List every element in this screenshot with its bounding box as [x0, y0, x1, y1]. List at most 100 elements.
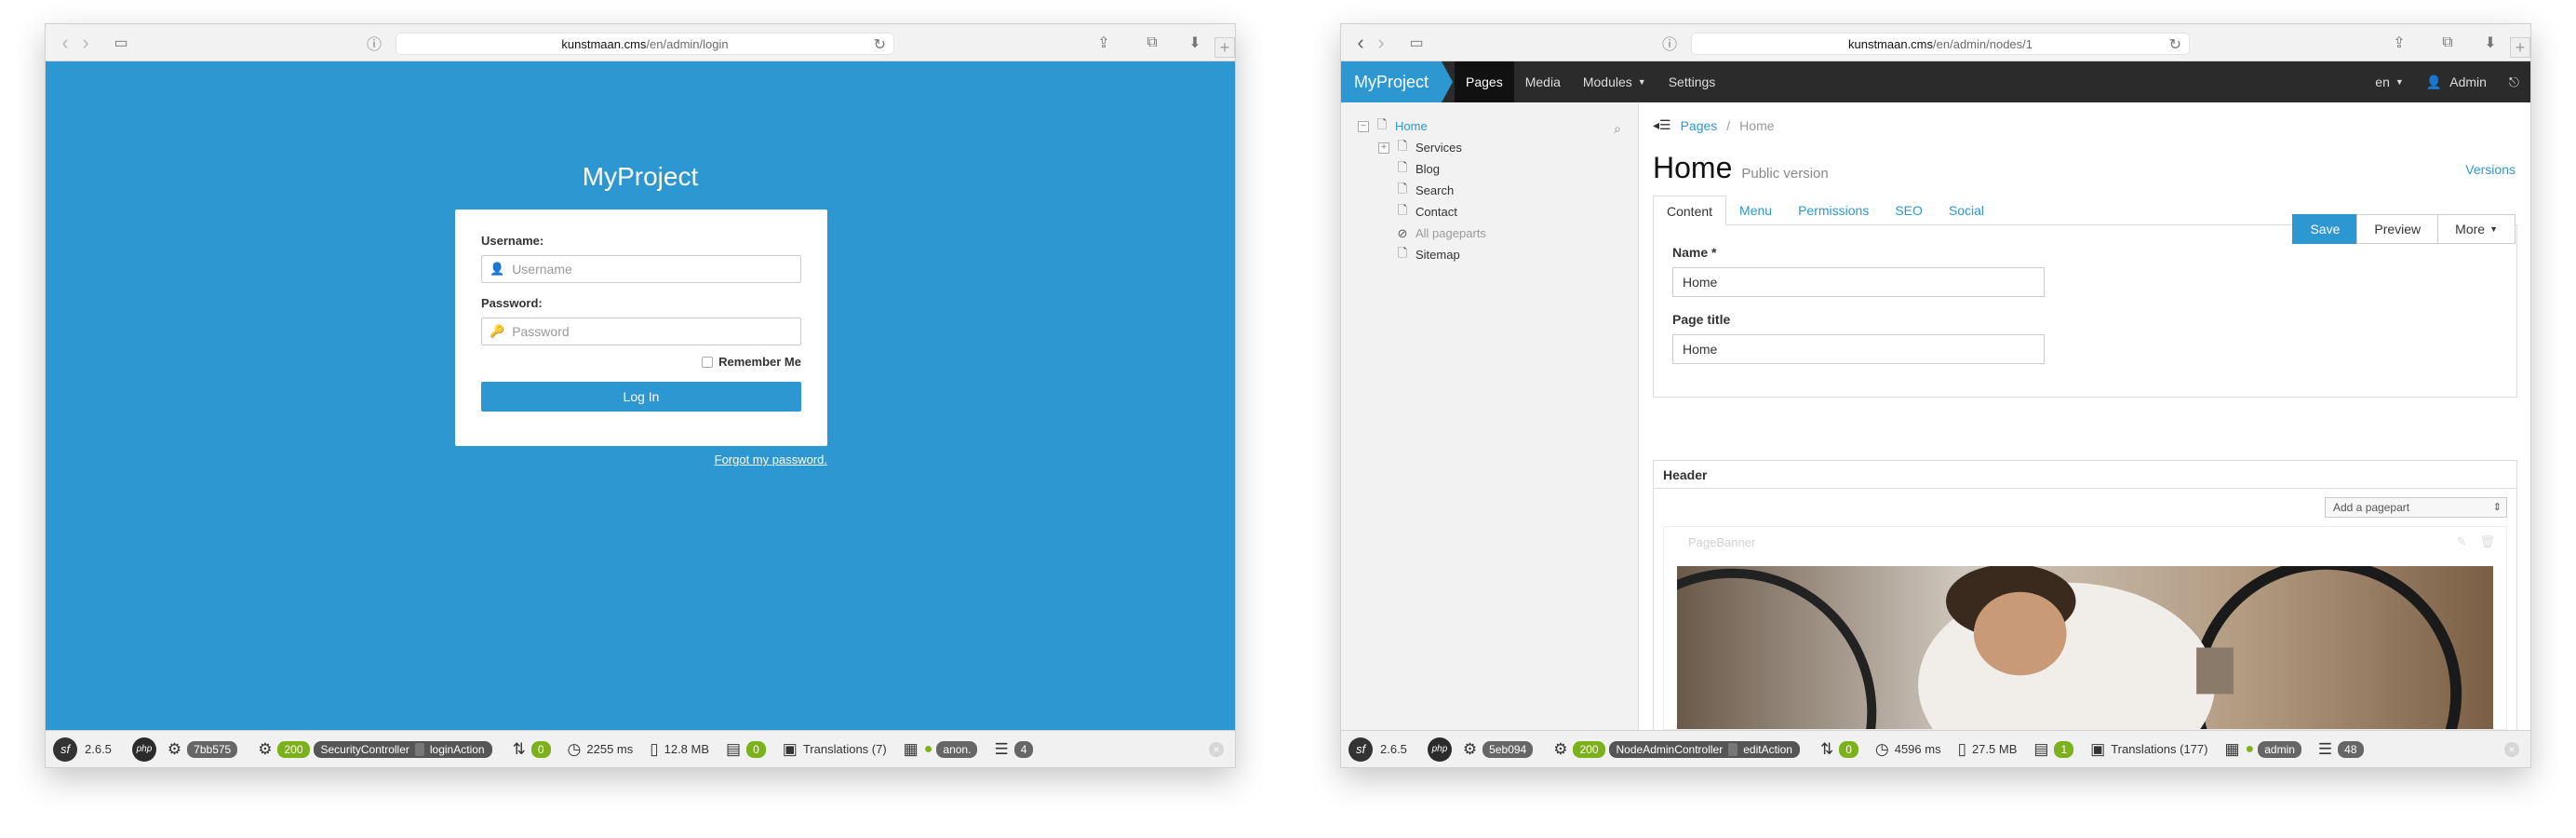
forward-icon[interactable]: ›	[75, 32, 96, 53]
routing-badge[interactable]: 0	[1839, 740, 1858, 758]
search-icon[interactable]: ⌕	[1614, 121, 1621, 137]
site-info-icon[interactable]: ⓘ	[1657, 33, 1682, 53]
tab-permissions[interactable]: Permissions	[1785, 196, 1882, 224]
admin-navbar: MyProject Pages Media Modules ▼ Settings…	[1341, 61, 2530, 102]
remember-checkbox[interactable]	[702, 356, 714, 368]
tab-menu[interactable]: Menu	[1726, 196, 1785, 224]
forgot-password-link[interactable]: Forgot my password.	[455, 453, 827, 466]
breadcrumb-pages[interactable]: Pages	[1681, 118, 1718, 133]
download-icon[interactable]: ⬇	[2478, 33, 2502, 53]
php-logo[interactable]: php	[1427, 737, 1452, 762]
new-tab-icon[interactable]: +	[1214, 37, 1235, 58]
symfony-logo[interactable]: sf	[53, 737, 77, 762]
tree-item-all-pageparts[interactable]: ⊘ All pageparts	[1358, 223, 1486, 244]
request-gear-icon: ⚙	[258, 739, 273, 758]
forward-icon[interactable]: ›	[1371, 32, 1391, 53]
password-input[interactable]: 🔑 Password	[481, 318, 801, 345]
username-input[interactable]: 👤 Username	[481, 255, 801, 283]
nav-modules[interactable]: Modules ▼	[1572, 61, 1657, 102]
logs-badge[interactable]: 4	[1013, 740, 1034, 758]
back-icon[interactable]: ‹	[55, 32, 75, 53]
logout-icon[interactable]: ⎋	[2498, 61, 2530, 102]
tree-item-contact[interactable]: 🗋 Contact	[1358, 201, 1486, 223]
reload-icon[interactable]: ↻	[2169, 35, 2181, 54]
symfony-version[interactable]: 2.6.5	[1380, 742, 1407, 756]
remember-me[interactable]: Remember Me	[481, 355, 801, 369]
nav-pages[interactable]: Pages	[1455, 61, 1514, 102]
toggle-sidebar-icon[interactable]: ◂☰	[1653, 117, 1671, 133]
brand-logo[interactable]: MyProject	[1341, 61, 1454, 102]
add-pagepart-select[interactable]: Add a pagepart ⇕	[2325, 497, 2507, 518]
tab-content[interactable]: Content	[1653, 196, 1727, 225]
forms-badge[interactable]: 0	[746, 740, 766, 758]
share-icon[interactable]: ⇪	[2387, 33, 2411, 53]
profiler-token[interactable]: 5eb094	[1483, 740, 1534, 758]
sidebar-icon[interactable]: ▭	[1404, 33, 1429, 53]
forms-icon: ▤	[726, 739, 742, 758]
app-title: MyProject	[582, 162, 699, 191]
sidebar-icon[interactable]: ▭	[109, 33, 133, 53]
tab-social[interactable]: Social	[1936, 196, 1997, 224]
name-input[interactable]: Home	[1672, 267, 2045, 297]
logs-icon: ☰	[2317, 739, 2333, 758]
reload-icon[interactable]: ↻	[874, 35, 886, 54]
controller-badge[interactable]: NodeAdminController editAction	[1608, 740, 1800, 758]
nav-media[interactable]: Media	[1514, 61, 1572, 102]
translations-icon: ▣	[782, 739, 798, 758]
user-icon: 👤	[490, 262, 505, 276]
user-badge[interactable]: anon.	[936, 740, 978, 758]
collapse-icon[interactable]: −	[1358, 120, 1369, 132]
symfony-logo[interactable]: sf	[1348, 737, 1373, 762]
translations-count[interactable]: Translations (7)	[803, 742, 887, 756]
tabs-icon[interactable]: ⧉	[2435, 33, 2460, 53]
address-bar[interactable]: kunstmaan.cms/en/admin/nodes/1 ↻	[1691, 33, 2190, 55]
page-icon: 🗋	[1397, 245, 1408, 260]
tab-seo[interactable]: SEO	[1882, 196, 1936, 224]
tree-item-services[interactable]: + 🗋 Services	[1358, 137, 1486, 158]
page-heading: Home Public version	[1653, 151, 1829, 185]
new-tab-icon[interactable]: +	[2510, 37, 2530, 58]
profiler-token[interactable]: 7bb575	[187, 740, 238, 758]
memory-usage[interactable]: 12.8 MB	[664, 742, 709, 756]
language-dropdown[interactable]: en ▼	[2364, 61, 2415, 102]
tree-item-sitemap[interactable]: 🗋 Sitemap	[1358, 244, 1486, 265]
close-toolbar-icon[interactable]: ×	[2504, 742, 2519, 757]
expand-icon[interactable]: +	[1378, 142, 1389, 154]
php-logo[interactable]: php	[131, 737, 156, 762]
tree-item-blog[interactable]: 🗋 Blog	[1358, 158, 1486, 180]
page-title-input[interactable]: Home	[1672, 334, 2045, 364]
symfony-version[interactable]: 2.6.5	[85, 742, 112, 756]
forms-badge[interactable]: 1	[2054, 740, 2074, 758]
status-code-badge[interactable]: 200	[1573, 740, 1605, 758]
tree-item-search[interactable]: 🗋 Search	[1358, 180, 1486, 201]
request-gear-icon: ⚙	[1553, 739, 1568, 758]
security-icon: ▦	[903, 739, 919, 758]
memory-icon: ▯	[650, 739, 659, 758]
tabs-icon[interactable]: ⧉	[1140, 33, 1164, 53]
routing-icon: ⇅	[1819, 739, 1834, 758]
delete-icon[interactable]: 🗑	[2479, 534, 2495, 549]
close-toolbar-icon[interactable]: ×	[1209, 742, 1224, 757]
nav-settings[interactable]: Settings	[1657, 61, 1727, 102]
user-menu[interactable]: 👤 Admin	[2415, 61, 2498, 102]
tree-item-home[interactable]: − 🗋 Home	[1358, 115, 1486, 137]
routing-badge[interactable]: 0	[530, 740, 551, 758]
memory-usage[interactable]: 27.5 MB	[1972, 742, 2017, 756]
request-time[interactable]: 2255 ms	[586, 742, 633, 756]
status-code-badge[interactable]: 200	[277, 740, 310, 758]
download-icon[interactable]: ⬇	[1183, 33, 1207, 53]
versions-link[interactable]: Versions	[2465, 162, 2516, 177]
site-info-icon[interactable]: ⓘ	[362, 33, 386, 53]
user-badge[interactable]: admin	[2258, 740, 2301, 758]
routing-icon: ⇅	[512, 739, 526, 758]
clock-icon: ◷	[1874, 739, 1889, 758]
controller-badge[interactable]: SecurityController loginAction	[313, 740, 492, 758]
share-icon[interactable]: ⇪	[1092, 33, 1116, 53]
request-time[interactable]: 4596 ms	[1895, 742, 1941, 756]
address-bar[interactable]: kunstmaan.cms/en/admin/login ↻	[396, 33, 894, 55]
back-icon[interactable]: ‹	[1350, 32, 1371, 53]
logs-badge[interactable]: 48	[2338, 740, 2364, 758]
login-button[interactable]: Log In	[481, 382, 801, 412]
edit-icon[interactable]: ✎	[2457, 534, 2467, 549]
translations-count[interactable]: Translations (177)	[2111, 742, 2207, 756]
